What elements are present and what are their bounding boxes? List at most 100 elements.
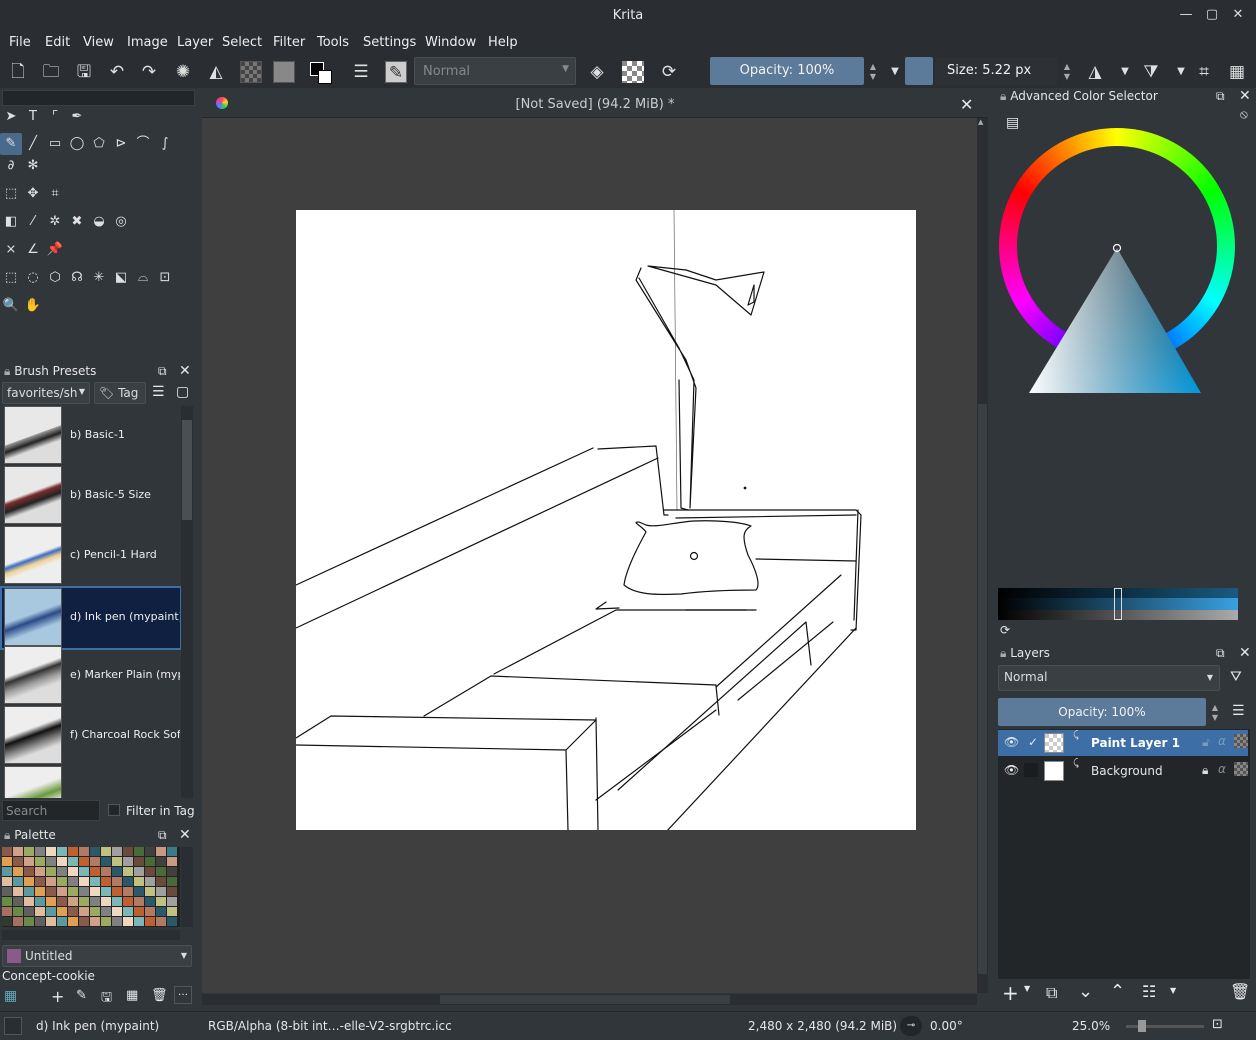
similar-select-icon[interactable]: ⬕: [110, 267, 132, 289]
palette-swatch[interactable]: [167, 887, 177, 896]
layers-menu-icon[interactable]: ☰: [1232, 703, 1245, 719]
palette-swatch[interactable]: [79, 867, 89, 876]
palette-swatch[interactable]: [24, 907, 34, 916]
open-folder-icon[interactable]: 🗀: [40, 61, 62, 83]
palette-swatch[interactable]: [90, 877, 100, 886]
brush-status-icon[interactable]: [4, 1017, 22, 1035]
palette-swatch[interactable]: [145, 897, 155, 906]
palette-swatch[interactable]: [123, 867, 133, 876]
magnetic-select-icon[interactable]: ⊡: [154, 267, 176, 289]
palette-swatch[interactable]: [13, 907, 23, 916]
mirror-vertical-icon[interactable]: ⧩: [1140, 61, 1162, 83]
mirror-canvas-icon[interactable]: ◭: [205, 61, 227, 83]
palette-swatch[interactable]: [145, 857, 155, 866]
close-docker-icon[interactable]: ✕: [179, 827, 191, 843]
palette-swatch[interactable]: [24, 887, 34, 896]
filter-icon[interactable]: ⛛: [1230, 669, 1242, 685]
palette-swatch[interactable]: [90, 907, 100, 916]
sv-triangle[interactable]: [1029, 243, 1209, 403]
palette-swatch[interactable]: [167, 917, 177, 926]
float-docker-icon[interactable]: ⧉: [1216, 646, 1225, 661]
toolbox-filter[interactable]: [2, 90, 195, 106]
refresh-icon[interactable]: ⟳: [1000, 623, 1010, 637]
palette-swatch[interactable]: [35, 887, 45, 896]
preset-item[interactable]: f) Charcoal Rock Soft: [2, 706, 180, 766]
palette-swatch[interactable]: [24, 867, 34, 876]
float-docker-icon[interactable]: ⧉: [1216, 89, 1225, 104]
select-shapes-icon[interactable]: ➤: [0, 106, 22, 128]
eye-icon[interactable]: 👁︎: [1004, 735, 1019, 749]
palette-swatch[interactable]: [156, 887, 166, 896]
palette-swatch[interactable]: [79, 917, 89, 926]
menu-tools[interactable]: Tools: [317, 35, 349, 50]
palette-swatch[interactable]: [123, 847, 133, 856]
delete-layer-icon[interactable]: 🗑: [1230, 982, 1250, 1001]
palette-swatch[interactable]: [57, 887, 67, 896]
canvas-hscrollbar[interactable]: [202, 994, 977, 1005]
tag-filter-select[interactable]: favorites/sh ▼: [2, 382, 90, 404]
palette-swatch[interactable]: [145, 917, 155, 926]
menu-file[interactable]: File: [9, 35, 31, 50]
palette-swatch[interactable]: [2, 867, 12, 876]
close-window-icon[interactable]: ✕: [1230, 7, 1246, 23]
palette-swatch[interactable]: [156, 897, 166, 906]
layer-row-paint-layer-1[interactable]: 👁︎ ✓ ⤹ Paint Layer 1 🔓︎ α: [998, 730, 1248, 756]
color-settings-icon[interactable]: ▤: [1006, 115, 1019, 131]
palette-swatch[interactable]: [35, 917, 45, 926]
palette-swatch[interactable]: [156, 907, 166, 916]
palette-swatch[interactable]: [90, 917, 100, 926]
eye-icon[interactable]: 👁︎: [1004, 763, 1019, 777]
preset-item[interactable]: e) Marker Plain (myp: [2, 646, 180, 706]
bezier-select-icon[interactable]: ⌓: [132, 267, 154, 289]
scroll-thumb[interactable]: [182, 420, 192, 520]
rect-select-icon[interactable]: ⬚: [0, 267, 22, 289]
palette-swatch[interactable]: [24, 857, 34, 866]
palette-swatch[interactable]: [46, 857, 56, 866]
palette-swatch[interactable]: [101, 867, 111, 876]
redo-icon[interactable]: ↷: [138, 61, 160, 83]
preset-item[interactable]: [2, 766, 180, 798]
palette-swatch[interactable]: [123, 897, 133, 906]
alpha-lock-icon[interactable]: α: [1218, 734, 1226, 748]
chevron-down-icon[interactable]: ▼: [884, 61, 906, 83]
palette-swatch[interactable]: [90, 857, 100, 866]
foreground-background-color-icon[interactable]: [309, 61, 335, 84]
menu-filter[interactable]: Filter: [273, 35, 305, 50]
palette-swatch[interactable]: [24, 847, 34, 856]
palette-swatch[interactable]: [101, 887, 111, 896]
palette-swatch[interactable]: [156, 847, 166, 856]
more-icon[interactable]: …: [174, 986, 192, 1004]
palette-swatch[interactable]: [13, 897, 23, 906]
color-history-strip[interactable]: [998, 588, 1238, 620]
palette-swatch[interactable]: [57, 907, 67, 916]
palette-swatch[interactable]: [112, 857, 122, 866]
colorize-mask-icon[interactable]: ✲: [44, 211, 66, 233]
palette-swatch[interactable]: [145, 887, 155, 896]
palette-swatch[interactable]: [156, 917, 166, 926]
freehand-select-icon[interactable]: ☊: [66, 267, 88, 289]
rectangle-tool-icon[interactable]: ▭: [44, 133, 66, 155]
palette-swatch[interactable]: [46, 897, 56, 906]
menu-help[interactable]: Help: [488, 35, 518, 50]
inherit-alpha-icon[interactable]: [1234, 762, 1248, 776]
palette-swatch[interactable]: [134, 847, 144, 856]
eraser-icon[interactable]: ◈: [586, 61, 608, 83]
preserve-alpha-icon[interactable]: [622, 61, 644, 83]
palette-swatch[interactable]: [2, 857, 12, 866]
palette-swatch[interactable]: [46, 847, 56, 856]
mirror-horizontal-icon[interactable]: ◮: [1084, 61, 1106, 83]
lock-icon[interactable]: 🔒︎: [1000, 89, 1006, 103]
palette-swatch[interactable]: [112, 917, 122, 926]
search-input[interactable]: Search: [2, 800, 100, 821]
palette-swatch[interactable]: [13, 917, 23, 926]
palette-swatch[interactable]: [134, 917, 144, 926]
palette-swatch[interactable]: [134, 887, 144, 896]
save-palette-icon[interactable]: 🖫: [101, 988, 112, 1010]
palette-swatch[interactable]: [79, 887, 89, 896]
palette-swatch[interactable]: [35, 907, 45, 916]
palette-scrollbar[interactable]: [181, 847, 193, 927]
menu-window[interactable]: Window: [425, 35, 476, 50]
palette-swatch[interactable]: [35, 847, 45, 856]
document-canvas[interactable]: [296, 210, 916, 830]
scroll-up-icon[interactable]: ▲: [978, 118, 987, 128]
